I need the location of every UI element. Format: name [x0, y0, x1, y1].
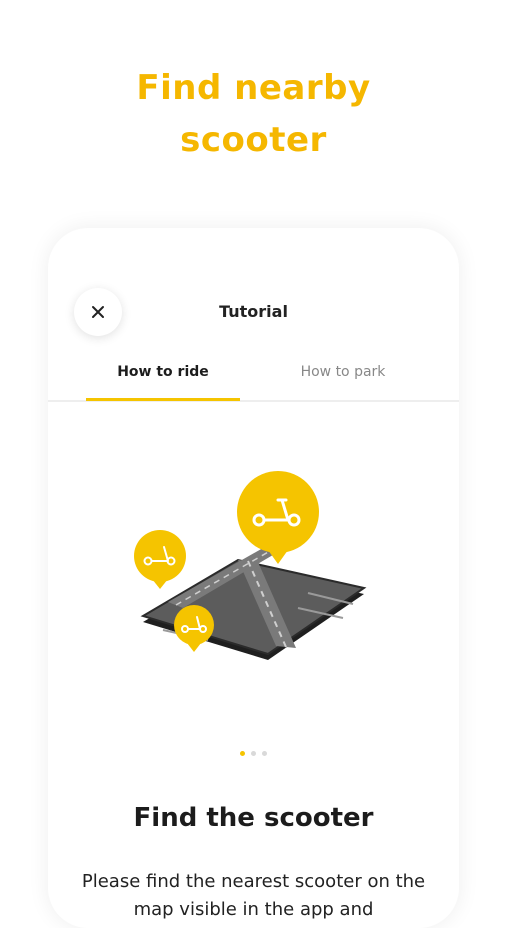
tab-bar: How to ride How to park [48, 348, 459, 402]
page-indicator [48, 751, 459, 756]
headline-line-2: scooter [180, 120, 327, 160]
tab-how-to-park[interactable]: How to park [266, 348, 420, 400]
active-tab-indicator [86, 398, 240, 401]
step-description: Please find the nearest scooter on the m… [81, 871, 426, 920]
phone-screen: Tutorial How to ride How to park Find th… [48, 228, 459, 928]
nav-title: Tutorial [219, 302, 288, 321]
headline-line-1: Find nearby [136, 68, 371, 108]
page-dot-2 [251, 751, 256, 756]
scooter-pin-icon-large [237, 471, 319, 564]
page-dot-1 [240, 751, 245, 756]
page-dot-3 [262, 751, 267, 756]
find-scooter-illustration [134, 471, 367, 660]
step-title: Find the scooter [133, 803, 374, 833]
tab-how-to-ride[interactable]: How to ride [86, 348, 240, 400]
scooter-pin-icon-left [134, 530, 186, 589]
headline: Find nearby scooter [0, 62, 507, 166]
scooter-pin-icon-bottom [174, 605, 214, 652]
